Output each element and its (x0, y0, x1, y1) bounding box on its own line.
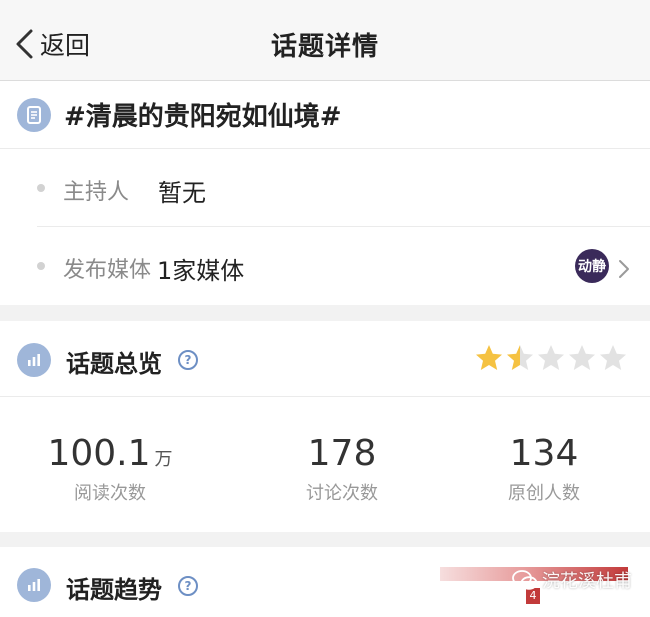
star-icon (507, 345, 533, 370)
stat-label: 讨论次数 (306, 483, 378, 504)
star-icon (476, 345, 502, 370)
stat-unit: 万 (154, 449, 173, 470)
media-label: 发布媒体 (63, 258, 152, 283)
divider (0, 148, 650, 149)
trend-title: 话题趋势 (66, 576, 162, 604)
bullet-dot (37, 262, 45, 270)
document-icon (17, 98, 51, 132)
topic-card: #清晨的贵阳宛如仙境# 主持人 暂无 发布媒体 1家媒体 动静 (0, 81, 650, 305)
stat-read-count: 100.1 万 阅读次数 (2, 431, 218, 505)
chart-icon (17, 343, 51, 377)
stat-value: 100.1 (47, 433, 151, 474)
chevron-right-icon[interactable] (618, 259, 630, 279)
help-icon[interactable]: ? (178, 576, 198, 596)
page-title: 话题详情 (270, 32, 379, 62)
watermark-text: 浣花溪杜甫 (542, 571, 632, 592)
star-icon (538, 345, 564, 370)
media-avatar[interactable]: 动静 (575, 249, 609, 283)
media-value: 1家媒体 (157, 257, 245, 285)
host-label: 主持人 (63, 180, 130, 205)
stat-value: 178 (307, 433, 377, 474)
stat-discussion-count: 178 讨论次数 (234, 431, 450, 505)
rating-stars (474, 343, 629, 373)
wechat-icon (512, 570, 538, 590)
stat-label: 原创人数 (508, 483, 580, 504)
stat-original-users: 134 原创人数 (436, 431, 650, 505)
stat-label: 阅读次数 (74, 483, 146, 504)
divider (0, 396, 650, 397)
chart-icon (17, 568, 51, 602)
overview-card: 话题总览 ? 100.1 万 阅读次数 178 讨论次数 134 原创人数 (0, 321, 650, 532)
star-icon (569, 345, 595, 370)
bullet-dot (37, 184, 45, 192)
nav-bar: 返回 话题详情 (0, 0, 650, 81)
help-icon[interactable]: ? (178, 350, 198, 370)
overview-title: 话题总览 (66, 350, 162, 378)
host-value: 暂无 (158, 179, 206, 207)
divider (37, 226, 650, 227)
watermark: 浣花溪杜甫 (512, 567, 632, 593)
trend-card: 话题趋势 ? 4 浣花溪杜甫 (0, 547, 650, 617)
star-icon (600, 345, 626, 370)
stat-value: 134 (509, 433, 579, 474)
topic-title: #清晨的贵阳宛如仙境# (64, 102, 342, 132)
